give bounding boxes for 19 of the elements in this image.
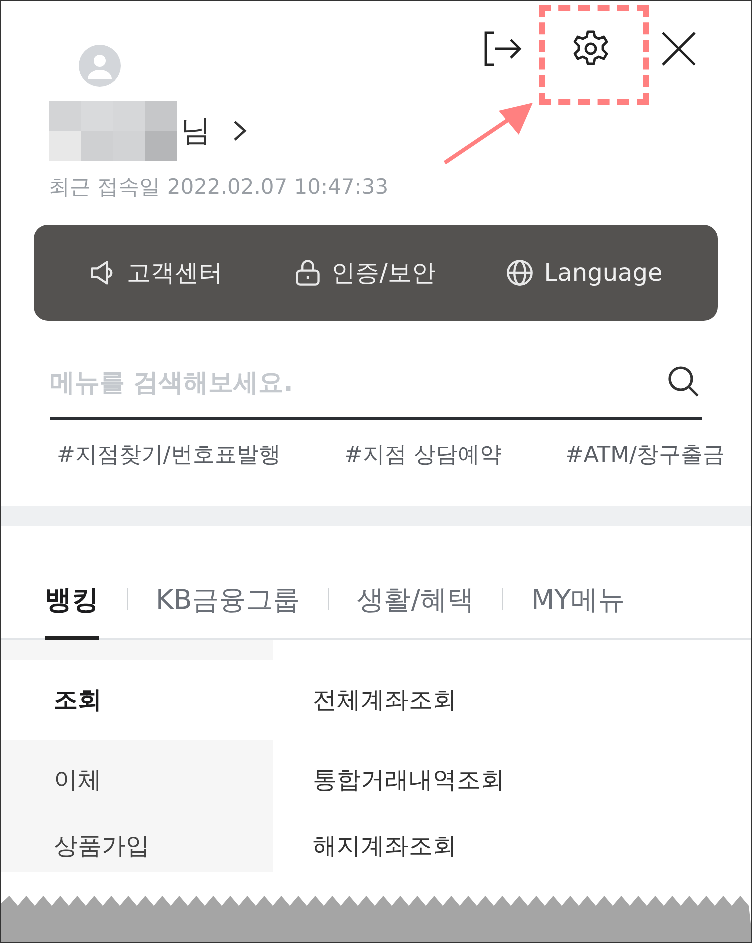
avatar-icon (79, 45, 121, 87)
menu-item[interactable]: 해지계좌조회 (313, 820, 505, 872)
menu-item[interactable]: 통합거래내역조회 (313, 740, 505, 820)
menu-tab[interactable]: MY메뉴 (531, 582, 626, 640)
menu-tab[interactable]: KB금융그룹 (156, 582, 300, 640)
quick-link[interactable]: Language (502, 255, 667, 291)
quick-link[interactable]: 고객센터 (85, 253, 228, 293)
menu-tab[interactable]: 생활/혜택 (357, 582, 474, 640)
quick-link[interactable]: 인증/보안 (290, 253, 440, 293)
category-item[interactable]: 조회 (1, 660, 273, 740)
menu-item[interactable]: 전체계좌조회 (313, 660, 505, 740)
hashtag-link[interactable]: #지점찾기/번호표발행 (57, 440, 281, 470)
search-field[interactable]: 메뉴를 검색해보세요. (50, 368, 666, 396)
greeting-suffix: 님 (181, 112, 211, 150)
globe-icon (506, 259, 534, 287)
last-login-text: 최근 접속일 2022.02.07 10:47:33 (49, 174, 390, 201)
lock-icon (294, 259, 322, 287)
hashtag-link[interactable]: #지점 상담예약 (344, 440, 502, 470)
hashtag-link[interactable]: #ATM/창구출금 (565, 440, 725, 470)
